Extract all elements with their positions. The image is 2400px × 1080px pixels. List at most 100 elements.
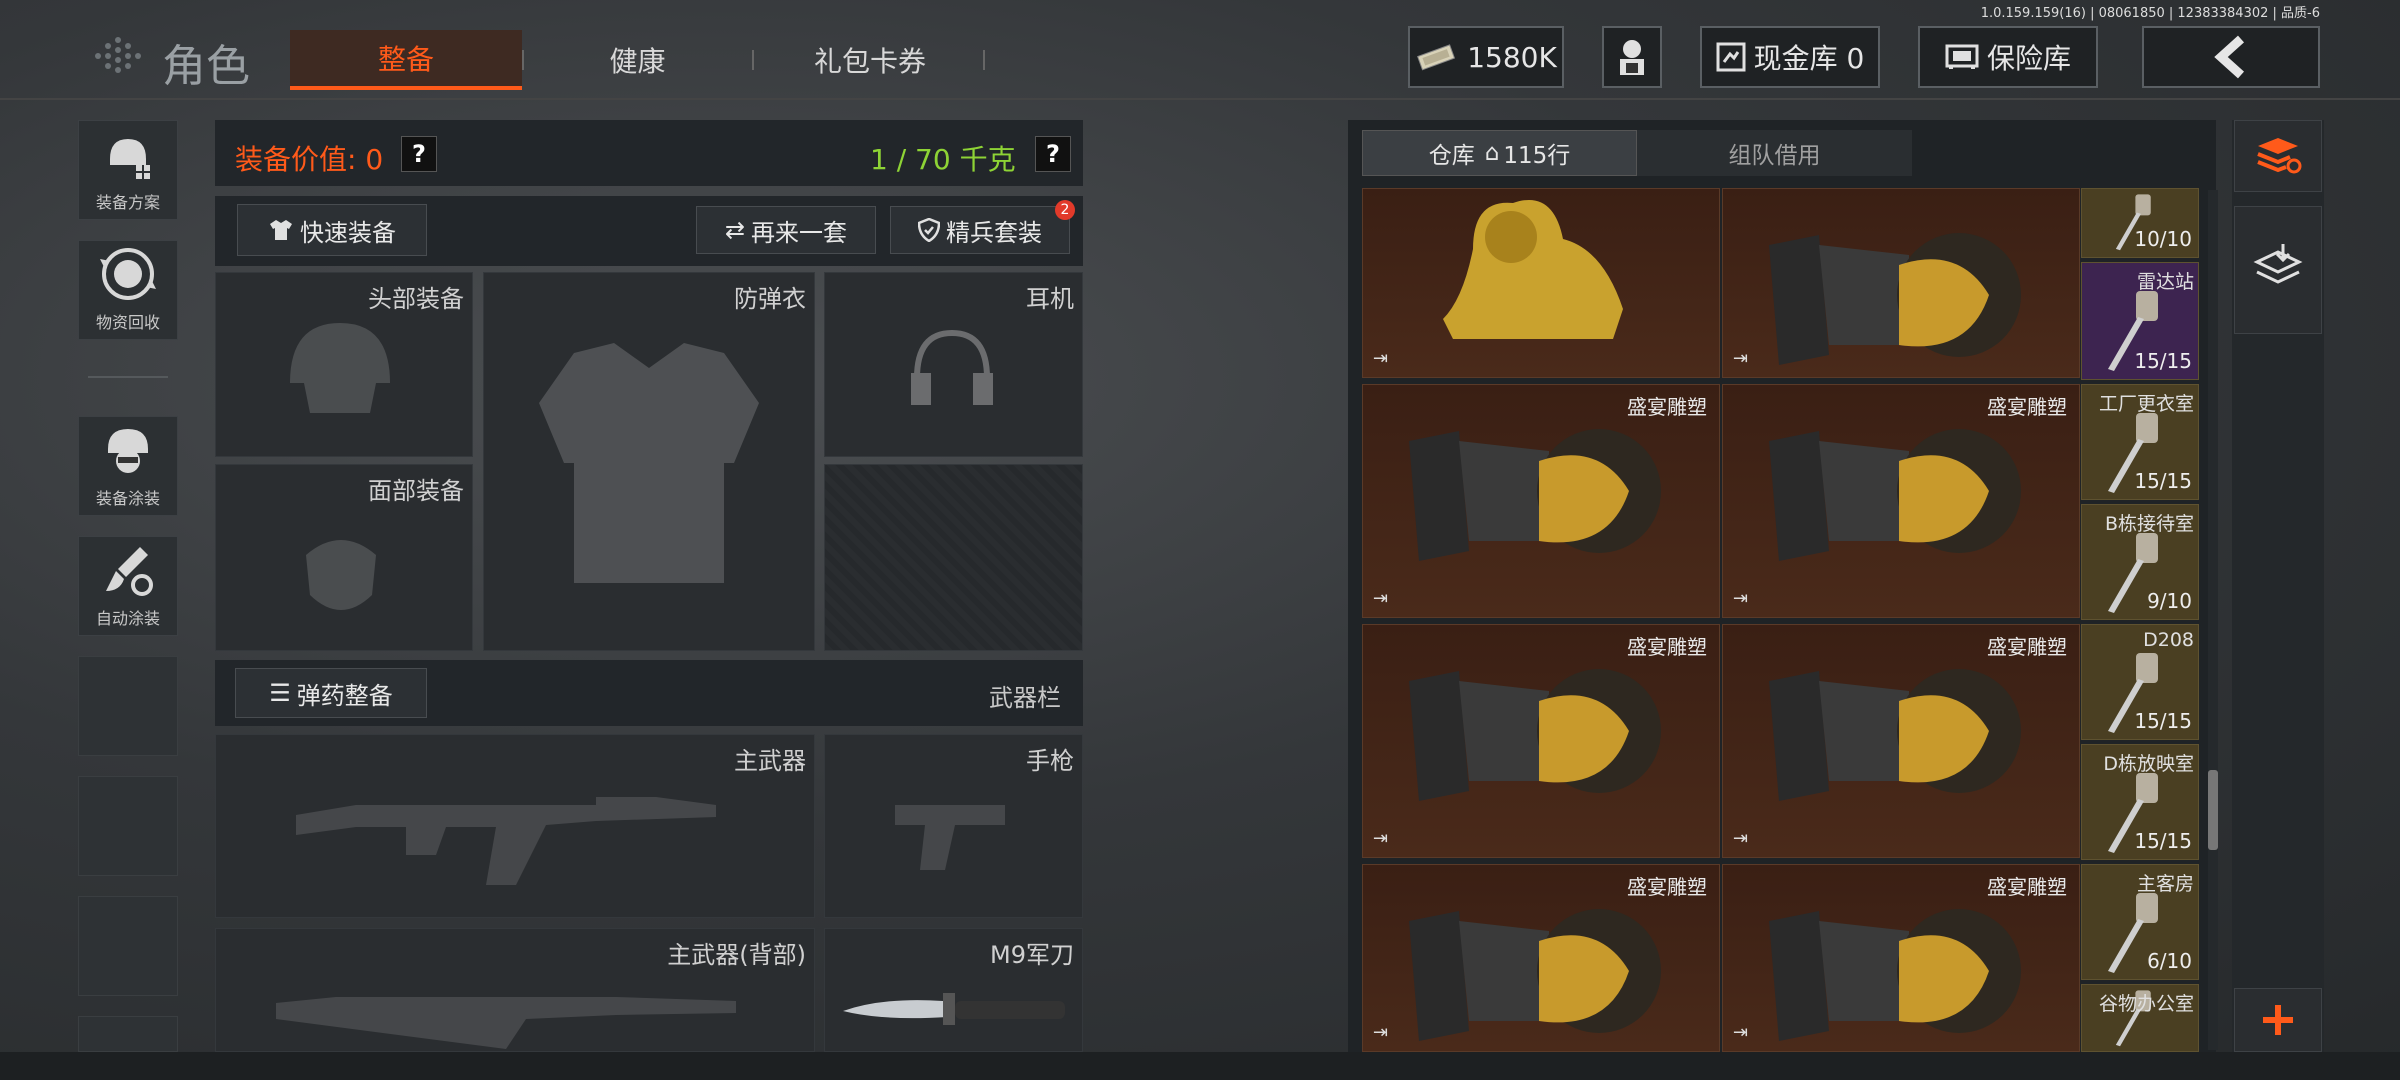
back-button[interactable] [2142,26,2320,88]
sidebar-item-loadout-plans[interactable]: 装备方案 [78,120,178,220]
rifle-back-icon [276,997,736,1049]
slot-label: 防弹衣 [734,285,806,313]
version-text: 1.0.159.159(16) | 08061850 | 12383384302… [1980,6,2320,21]
headset-icon [911,329,993,405]
inventory-item[interactable]: 盛宴雕塑 ⇥ [1362,624,1720,858]
tab-gift-vouchers[interactable]: 礼包卡券 [760,30,980,90]
inventory-item[interactable]: ⇥ [1362,188,1720,378]
notification-badge: 2 [1055,200,1075,220]
ammo-icon: ☰ [269,679,291,707]
headset-slot[interactable]: 耳机 [824,272,1083,457]
exit-icon: ⇥ [1733,588,1749,609]
slot-label: 主武器(背部) [667,941,806,969]
add-button[interactable] [2234,988,2322,1052]
key-count: 10/10 [2134,227,2192,251]
body-armor-slot[interactable]: 防弹衣 [483,272,815,651]
slot-label: 主武器 [734,747,806,775]
currency-display: 1580K [1408,26,1564,88]
key-item[interactable]: 工厂更衣室 15/15 [2081,384,2199,500]
equipment-actions-bar: 快速装备 ⇄ 再来一套 精兵套装 2 [215,196,1083,266]
insurance-vault-button[interactable]: 保险库 [1918,26,2098,88]
layers-refresh-icon [2257,138,2302,174]
lion-statue-icon [1443,199,1623,339]
key-item[interactable]: D208 15/15 [2081,624,2199,740]
sidebar-item-recycle[interactable]: 物资回收 [78,240,178,340]
exit-icon: ⇥ [1373,588,1389,609]
plus-icon [2263,1005,2293,1035]
head-gear-slot[interactable]: 头部装备 [215,272,473,457]
key-item[interactable]: 雷达站 15/15 [2081,262,2199,380]
item-name: 盛宴雕塑 [1987,635,2067,659]
trader-button[interactable] [1602,26,1662,88]
exit-icon: ⇥ [1373,1022,1389,1043]
key-item[interactable]: 主客房 6/10 [2081,864,2199,980]
quick-equip-label: 快速装备 [300,218,396,247]
sidebar-item-label: 物资回收 [95,313,160,332]
key-name: 主客房 [2136,873,2194,895]
inventory-item[interactable]: 盛宴雕塑 ⇥ [1722,624,2080,858]
exit-icon: ⇥ [1733,1022,1749,1043]
inventory-item[interactable]: 盛宴雕塑 ⇥ [1362,384,1720,618]
slot-label: 手枪 [1026,747,1074,775]
sidebar-empty-slot [78,776,178,876]
tab-warehouse[interactable]: 仓库 ⌂ 115行 [1362,130,1637,176]
sidebar-item-auto-paint[interactable]: 自动涂装 [78,536,178,636]
auto-paint-icon [106,547,153,596]
inventory-scrollbar[interactable] [2208,770,2218,850]
inventory-item[interactable]: 盛宴雕塑 ⇥ [1722,864,2080,1052]
role-logo-icon [78,22,158,90]
quick-equip-button[interactable]: 快速装备 [237,204,427,256]
key-name: D208 [2143,629,2194,651]
pistol-icon [895,805,1005,870]
slot-label: 耳机 [1026,285,1074,313]
tab-team-borrow[interactable]: 组队借用 [1637,130,1912,176]
cash-vault-button[interactable]: 现金库 0 [1700,26,1880,88]
layers-download-icon [2253,244,2303,284]
trader-icon [1620,40,1644,75]
key-count: 6/10 [2147,949,2192,973]
inventory-item[interactable]: 盛宴雕塑 ⇥ [1362,864,1720,1052]
item-name: 盛宴雕塑 [1627,635,1707,659]
face-gear-slot[interactable]: 面部装备 [215,464,473,651]
key-count: 15/15 [2134,709,2192,733]
sort-inventory-button[interactable] [2234,120,2322,192]
item-name: 盛宴雕塑 [1987,395,2067,419]
key-name: 雷达站 [2136,271,2194,293]
weight-capacity: 1 / 70 千克 [870,143,1016,176]
key-count: 15/15 [2134,349,2192,373]
primary-weapon-slot[interactable]: 主武器 [215,734,815,918]
equipment-summary-bar: 装备价值: 0 ? 1 / 70 千克 ? [215,120,1083,186]
slot-label: 面部装备 [368,477,464,505]
key-item[interactable]: 10/10 [2081,188,2199,258]
key-item[interactable]: B栋接待室 9/10 [2081,504,2199,620]
equip-again-button[interactable]: ⇄ 再来一套 [696,206,876,254]
currency-value: 1580K [1467,40,1557,74]
sidebar-empty-slot [78,656,178,756]
weapons-header-bar: ☰ 弹药整备 武器栏 [215,660,1083,726]
sidebar-item-gear-paint[interactable]: 装备涂装 [78,416,178,516]
tab-health[interactable]: 健康 [530,30,745,90]
key-item[interactable]: D栋放映室 15/15 [2081,744,2199,860]
key-name: B栋接待室 [2104,513,2194,535]
exit-icon: ⇥ [1373,828,1389,849]
helmet-paint-icon [108,429,148,473]
page-title: 角色 [162,41,250,92]
inventory-item[interactable]: ⇥ [1722,188,2080,378]
ammo-prep-button[interactable]: ☰ 弹药整备 [235,668,427,718]
value-help-button[interactable]: ? [401,136,437,172]
feast-sculpture-icon [1409,669,1661,801]
elite-set-button[interactable]: 精兵套装 [890,206,1070,254]
gas-mask-icon [306,540,376,610]
key-name: D栋放映室 [2103,753,2194,775]
melee-slot[interactable]: M9军刀 [824,928,1083,1052]
key-item[interactable]: 谷物办公室 [2081,984,2199,1052]
back-weapon-slot[interactable]: 主武器(背部) [215,928,815,1052]
warehouse-rows: 115行 [1503,143,1571,169]
inventory-item[interactable]: 盛宴雕塑 ⇥ [1722,384,2080,618]
slot-label: M9军刀 [990,941,1074,969]
stack-items-button[interactable] [2234,206,2322,334]
equip-again-label: 再来一套 [751,218,848,247]
pistol-slot[interactable]: 手枪 [824,734,1083,918]
weight-help-button[interactable]: ? [1035,136,1071,172]
tab-loadout[interactable]: 整备 [290,30,522,90]
